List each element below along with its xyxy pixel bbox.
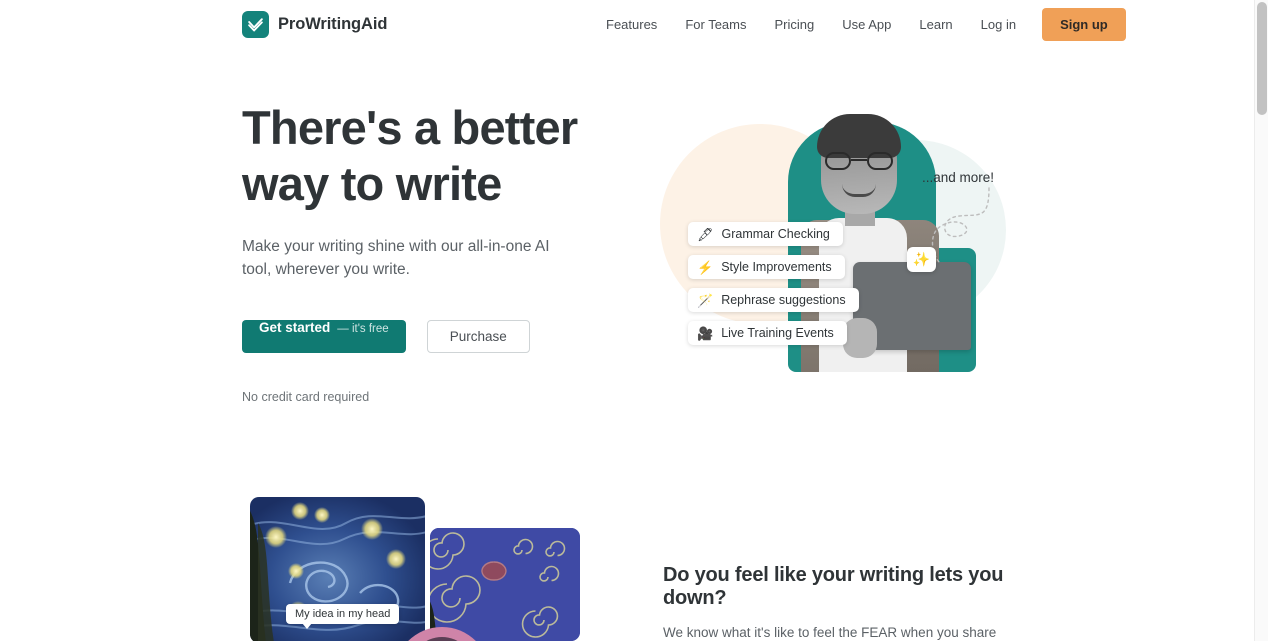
nav-item-use-app[interactable]: Use App <box>828 11 905 38</box>
illustration-comparison-cards: My idea in my head <box>242 494 602 641</box>
get-started-sublabel: — it's free <box>337 323 389 335</box>
hero-cta-group: Get started — it's free Purchase <box>242 320 662 353</box>
glasses-icon <box>825 152 893 170</box>
feature-chip-live-training-events[interactable]: 🎥 Live Training Events <box>688 321 847 345</box>
lower-section: My idea in my head Do you feel like your… <box>0 468 1254 641</box>
nav-item-learn[interactable]: Learn <box>905 11 966 38</box>
lightning-bolt-icon: ⚡ <box>697 259 714 275</box>
hero-title: There's a better way to write <box>242 100 662 212</box>
lower-section-title: Do you feel like your writing lets you d… <box>663 564 1004 609</box>
feature-chip-style-improvements[interactable]: ⚡ Style Improvements <box>688 255 845 279</box>
lower-copy: Do you feel like your writing lets you d… <box>663 564 1063 641</box>
and-more-label: ...and more! <box>922 170 995 185</box>
feature-chip-grammar-checking[interactable]: 🖋 Grammar Checking <box>688 222 843 246</box>
sign-up-button[interactable]: Sign up <box>1042 7 1126 41</box>
page-scrollbar-track[interactable] <box>1254 0 1268 641</box>
no-credit-card-note: No credit card required <box>242 390 370 404</box>
feature-chip-label: Grammar Checking <box>721 227 830 241</box>
hero-illustration: ✨ 🖋 Grammar Checking ⚡ Style Improvement… <box>660 100 1030 400</box>
hero-subtitle: Make your writing shine with our all-in-… <box>242 238 550 278</box>
feature-chip-label: Rephrase suggestions <box>721 293 846 307</box>
nav-item-features[interactable]: Features <box>600 11 671 38</box>
hero-title-line-2: way to write <box>242 157 502 210</box>
nav-item-for-teams[interactable]: For Teams <box>671 11 760 38</box>
sparkle-badge-icon: ✨ <box>907 247 936 272</box>
site-header: ProWritingAid Features For Teams Pricing… <box>0 0 1254 48</box>
movie-camera-icon: 🎥 <box>697 325 714 341</box>
magic-wand-icon: 🪄 <box>697 292 714 308</box>
feature-chip-rephrase-suggestions[interactable]: 🪄 Rephrase suggestions <box>688 288 859 312</box>
get-started-button[interactable]: Get started — it's free <box>242 320 406 353</box>
crude-drawing-image-card <box>430 528 580 641</box>
pink-shape-inner <box>410 637 474 641</box>
hero-copy: There's a better way to write Make your … <box>242 100 662 404</box>
feature-chip-label: Live Training Events <box>721 326 834 340</box>
prowritingaid-logo-icon <box>242 11 269 38</box>
feather-pen-icon: 🖋 <box>697 226 714 242</box>
page-scroll-container: ProWritingAid Features For Teams Pricing… <box>0 0 1254 641</box>
purchase-button[interactable]: Purchase <box>426 320 530 353</box>
main-navigation: Features For Teams Pricing Use App Learn… <box>600 0 1126 48</box>
idea-tooltip: My idea in my head <box>286 604 400 629</box>
page-scrollbar-thumb[interactable] <box>1257 2 1267 115</box>
hero-section: There's a better way to write Make your … <box>0 48 1254 468</box>
hero-title-line-1: There's a better <box>242 101 578 154</box>
feature-chip-list: 🖋 Grammar Checking ⚡ Style Improvements … <box>688 222 859 345</box>
feature-chip-label: Style Improvements <box>721 260 832 274</box>
brand-logo-link[interactable]: ProWritingAid <box>242 11 387 38</box>
dotted-curve-decoration <box>931 187 990 263</box>
nav-item-pricing[interactable]: Pricing <box>760 11 828 38</box>
brand-name: ProWritingAid <box>278 15 388 33</box>
nav-item-log-in[interactable]: Log in <box>967 11 1030 38</box>
get-started-label: Get started <box>259 320 331 335</box>
lower-section-body: We know what it's like to feel the FEAR … <box>663 625 997 640</box>
